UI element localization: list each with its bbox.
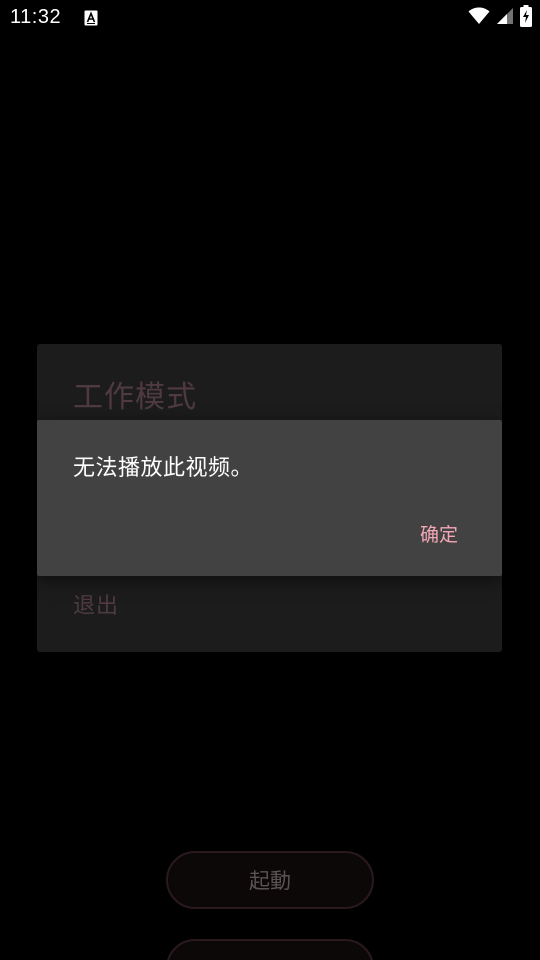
a-accessibility-icon	[84, 10, 98, 26]
cell-signal-icon	[496, 7, 514, 29]
status-time: 11:32	[10, 6, 62, 28]
alert-message: 无法播放此视频。	[73, 456, 254, 481]
work-mode-title: 工作模式	[73, 380, 197, 415]
secondary-button[interactable]	[166, 939, 374, 960]
screen: 11:32 工作模式 退出 无法播放此视频。 确定 起動	[0, 0, 540, 960]
status-icons	[468, 5, 532, 31]
wifi-icon	[468, 7, 490, 29]
start-button[interactable]: 起動	[166, 851, 374, 909]
battery-charging-icon	[520, 5, 532, 31]
alert-dialog: 无法播放此视频。 确定	[37, 420, 502, 576]
ok-button[interactable]: 确定	[420, 520, 458, 547]
exit-option: 退出	[73, 594, 120, 619]
status-bar: 11:32	[0, 0, 540, 36]
